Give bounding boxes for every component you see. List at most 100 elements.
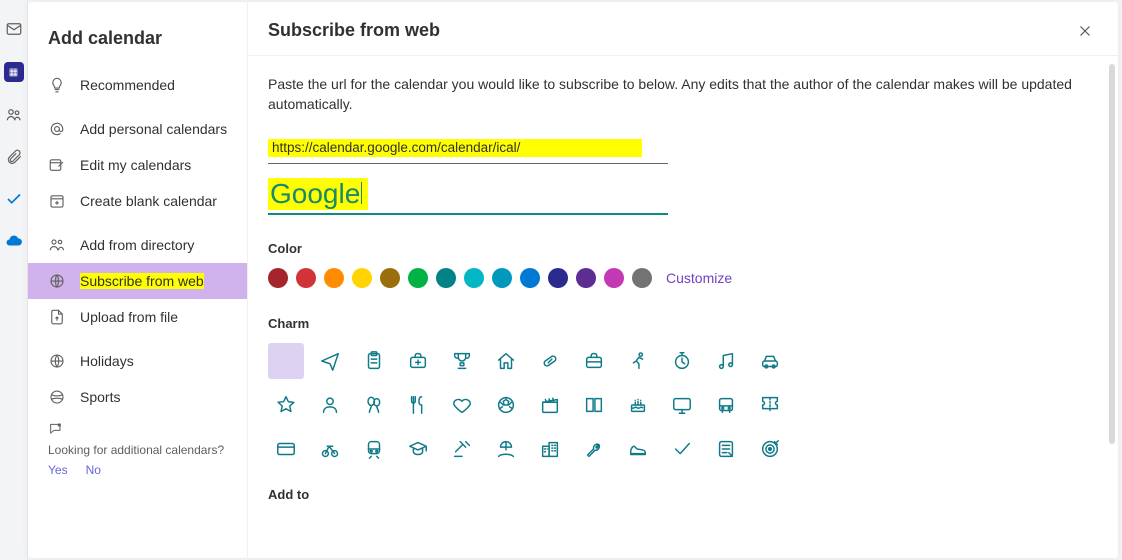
charm-briefcase[interactable] [576, 343, 612, 379]
color-swatch[interactable] [324, 268, 344, 288]
charm-running[interactable] [620, 343, 656, 379]
color-swatch[interactable] [520, 268, 540, 288]
charm-heart[interactable] [444, 387, 480, 423]
main-body: Paste the url for the calendar you would… [248, 56, 1118, 512]
charm-cake[interactable] [620, 387, 656, 423]
charm-monitor[interactable] [664, 387, 700, 423]
charm-home[interactable] [488, 343, 524, 379]
customize-link[interactable]: Customize [666, 270, 732, 286]
sidebar: Add calendar Recommended Add personal ca… [28, 2, 248, 558]
charm-bike[interactable] [312, 431, 348, 467]
sidebar-item-label: Edit my calendars [80, 157, 191, 173]
sidebar-item-label: Create blank calendar [80, 193, 217, 209]
panel-title: Subscribe from web [268, 20, 440, 41]
at-icon [48, 120, 66, 138]
sidebar-footer: Looking for additional calendars? Yes No [28, 415, 247, 477]
charm-car[interactable] [752, 343, 788, 379]
sidebar-item-directory[interactable]: Add from directory [28, 227, 247, 263]
color-swatch[interactable] [464, 268, 484, 288]
cloud-icon[interactable] [5, 232, 23, 250]
charm-pill[interactable] [532, 343, 568, 379]
charm-gradcap[interactable] [400, 431, 436, 467]
charm-checkmark[interactable] [664, 431, 700, 467]
color-label: Color [268, 241, 1094, 256]
charm-star[interactable] [268, 387, 304, 423]
add-calendar-modal: Add calendar Recommended Add personal ca… [28, 2, 1118, 558]
color-swatch[interactable] [380, 268, 400, 288]
charm-clipboard[interactable] [356, 343, 392, 379]
sidebar-item-subscribe[interactable]: Subscribe from web [28, 263, 247, 299]
charm-trophy[interactable] [444, 343, 480, 379]
charm-target[interactable] [752, 431, 788, 467]
sidebar-item-label: Holidays [80, 353, 134, 369]
sidebar-item-personal[interactable]: Add personal calendars [28, 111, 247, 147]
color-swatch[interactable] [296, 268, 316, 288]
sidebar-item-label: Sports [80, 389, 120, 405]
charm-clapper[interactable] [532, 387, 568, 423]
charm-shoe[interactable] [620, 431, 656, 467]
people-icon[interactable] [5, 106, 23, 124]
sidebar-item-editmy[interactable]: Edit my calendars [28, 147, 247, 183]
charm-soccer[interactable] [488, 387, 524, 423]
color-swatch[interactable] [492, 268, 512, 288]
color-swatch[interactable] [576, 268, 596, 288]
charm-stopwatch[interactable] [664, 343, 700, 379]
directory-icon [48, 236, 66, 254]
charm-person[interactable] [312, 387, 348, 423]
color-swatch[interactable] [548, 268, 568, 288]
calendar-icon[interactable]: ▦ [4, 62, 24, 82]
charm-notepad[interactable] [708, 431, 744, 467]
calendar-name-input[interactable]: Google [268, 178, 668, 215]
charm-balloons[interactable] [356, 387, 392, 423]
sidebar-item-holidays[interactable]: Holidays [28, 343, 247, 379]
color-swatch[interactable] [604, 268, 624, 288]
mail-icon[interactable] [5, 20, 23, 38]
attachment-icon[interactable] [5, 148, 23, 166]
calendar-name-value: Google [268, 178, 368, 210]
feedback-icon [48, 421, 66, 439]
footer-no[interactable]: No [86, 463, 101, 477]
sidebar-item-sports[interactable]: Sports [28, 379, 247, 415]
charm-gavel[interactable] [444, 431, 480, 467]
charm-none[interactable] [268, 343, 304, 379]
color-swatch[interactable] [436, 268, 456, 288]
charm-utensils[interactable] [400, 387, 436, 423]
footer-yes[interactable]: Yes [48, 463, 68, 477]
sidebar-item-label: Recommended [80, 77, 175, 93]
description-text: Paste the url for the calendar you would… [268, 74, 1094, 115]
charm-train[interactable] [356, 431, 392, 467]
color-swatch[interactable] [352, 268, 372, 288]
charm-briefcase-med[interactable] [400, 343, 436, 379]
charm-book[interactable] [576, 387, 612, 423]
charm-plane[interactable] [312, 343, 348, 379]
edit-calendar-icon [48, 156, 66, 174]
charm-bus[interactable] [708, 387, 744, 423]
footer-question: Looking for additional calendars? [48, 443, 227, 457]
color-swatch[interactable] [268, 268, 288, 288]
scrollbar[interactable] [1109, 24, 1115, 552]
charm-ticket[interactable] [752, 387, 788, 423]
sidebar-item-recommended[interactable]: Recommended [28, 67, 247, 103]
color-swatch[interactable] [408, 268, 428, 288]
charm-label: Charm [268, 316, 1094, 331]
sidebar-item-upload[interactable]: Upload from file [28, 299, 247, 335]
url-value: https://calendar.google.com/calendar/ica… [268, 139, 524, 157]
sidebar-item-label: Upload from file [80, 309, 178, 325]
main-panel: Subscribe from web Paste the url for the… [248, 2, 1118, 558]
charm-wrench[interactable] [576, 431, 612, 467]
color-swatch[interactable] [632, 268, 652, 288]
scrollbar-thumb[interactable] [1109, 64, 1115, 444]
globe-link-icon [48, 272, 66, 290]
charm-beach[interactable] [488, 431, 524, 467]
charm-buildings[interactable] [532, 431, 568, 467]
charm-music[interactable] [708, 343, 744, 379]
url-input[interactable]: https://calendar.google.com/calendar/ica… [268, 139, 668, 164]
addto-label: Add to [268, 487, 1094, 502]
todo-icon[interactable] [5, 190, 23, 208]
all-apps-icon[interactable] [5, 274, 23, 292]
color-swatches: Customize [268, 268, 1094, 288]
sidebar-item-blank[interactable]: Create blank calendar [28, 183, 247, 219]
sidebar-item-label: Add personal calendars [80, 121, 227, 137]
charm-card[interactable] [268, 431, 304, 467]
close-icon[interactable] [1076, 22, 1094, 40]
